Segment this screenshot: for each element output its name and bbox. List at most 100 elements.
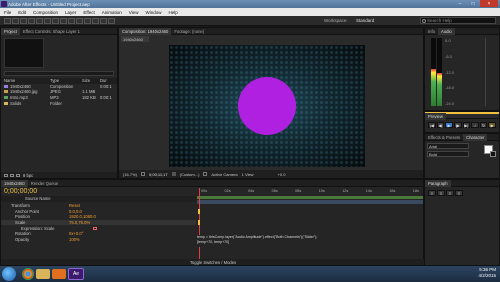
right-channel-meter: [437, 38, 442, 106]
views-select[interactable]: 1 View: [242, 172, 254, 177]
project-item[interactable]: Solids Folder: [1, 100, 117, 106]
interpret-footage-icon[interactable]: [4, 173, 8, 177]
menu-composition[interactable]: Composition: [33, 10, 58, 15]
close-button[interactable]: ×: [480, 0, 498, 7]
tab-project[interactable]: Project: [1, 27, 21, 35]
menu-effect[interactable]: Effect: [83, 10, 94, 15]
minimize-button[interactable]: –: [454, 0, 466, 7]
align-left-icon[interactable]: ≡: [428, 190, 436, 196]
menu-view[interactable]: View: [129, 10, 139, 15]
zoom-select[interactable]: (16.7%): [123, 172, 137, 177]
property-row[interactable]: Opacity 100%: [1, 237, 196, 243]
layer-duration-bar[interactable]: [197, 200, 423, 204]
menu-animation[interactable]: Animation: [102, 10, 122, 15]
hand-tool-icon[interactable]: [12, 17, 19, 24]
expression-graph-icon[interactable]: [93, 226, 97, 230]
db-scale: 0.0 -6.0 -12.0 -18.0 -24.0: [445, 38, 455, 106]
align-right-icon[interactable]: ≡: [446, 190, 454, 196]
app-icon: [1, 1, 7, 7]
workspace-select[interactable]: Standard: [356, 18, 374, 23]
exposure-value[interactable]: +0.0: [278, 172, 286, 177]
camera-view-select[interactable]: Active Camera: [211, 172, 237, 177]
work-area-bar[interactable]: [197, 196, 423, 199]
keyframe-marker[interactable]: [198, 209, 200, 214]
snapshot-icon[interactable]: [171, 172, 176, 176]
tab-character[interactable]: Character: [463, 133, 488, 141]
tab-composition[interactable]: Composition: 1940x2460: [119, 27, 172, 35]
font-family-select[interactable]: Arial: [427, 143, 469, 149]
eraser-tool-icon[interactable]: [92, 17, 99, 24]
menu-help[interactable]: Help: [168, 10, 177, 15]
brush-tool-icon[interactable]: [76, 17, 83, 24]
menu-edit[interactable]: Edit: [18, 10, 26, 15]
project-item[interactable]: Intro.mp3 MP3 182 KB 0:00:1: [1, 95, 117, 101]
previous-frame-button[interactable]: ◀|: [436, 122, 445, 128]
tab-footage[interactable]: Footage: (none): [171, 28, 207, 35]
bit-depth[interactable]: 8 bpc: [23, 173, 33, 178]
audio-icon: [4, 96, 8, 100]
new-folder-icon[interactable]: [10, 173, 14, 177]
play-button[interactable]: ▶: [445, 122, 453, 128]
system-tray: 5:36 PM 4/2/2015: [478, 267, 496, 279]
time-ruler[interactable]: 00s 02s 04s 06s 08s 10s 12s 14s 16s 18s: [197, 189, 423, 195]
pen-tool-icon[interactable]: [60, 17, 67, 24]
timeline-timecode[interactable]: 0;00;00;00: [4, 188, 37, 195]
composition-subtab[interactable]: 1940x2460: [121, 36, 149, 42]
rotation-tool-icon[interactable]: [28, 17, 35, 24]
clock-date[interactable]: 4/2/2015: [478, 273, 496, 279]
keyframe-marker[interactable]: [198, 220, 200, 225]
start-button[interactable]: [2, 267, 16, 281]
project-item[interactable]: 1940x2460 Composition 0:00:1: [1, 84, 117, 90]
current-time[interactable]: 0;00;11;17: [149, 172, 168, 177]
pan-behind-tool-icon[interactable]: [44, 17, 51, 24]
tab-audio[interactable]: Audio: [438, 27, 455, 35]
tab-timeline[interactable]: 1940x2460: [1, 179, 28, 187]
tab-effect-controls[interactable]: Effect Controls: Shape Layer 1: [20, 28, 83, 35]
file-explorer-icon[interactable]: [36, 269, 50, 279]
project-search[interactable]: [4, 71, 114, 76]
first-frame-button[interactable]: |◀: [428, 122, 436, 128]
paragraph-align-buttons: ≡ ≡ ≡ ≡: [425, 187, 499, 199]
chrome-icon[interactable]: [22, 268, 34, 280]
loop-button[interactable]: ↻: [479, 122, 488, 128]
tab-paragraph[interactable]: Paragraph: [425, 179, 451, 187]
media-player-icon[interactable]: [52, 269, 66, 279]
region-icon[interactable]: [203, 172, 208, 176]
font-style-select[interactable]: Bold: [427, 151, 469, 157]
clone-tool-icon[interactable]: [84, 17, 91, 24]
after-effects-taskbar-icon[interactable]: Ae: [68, 268, 84, 280]
rectangle-tool-icon[interactable]: [52, 17, 59, 24]
justify-icon[interactable]: ≡: [455, 190, 463, 196]
mute-audio-button[interactable]: ♪: [471, 122, 479, 128]
tab-effects-presets[interactable]: Effects & Presets: [425, 134, 463, 141]
ram-preview-button[interactable]: ▶: [488, 122, 496, 128]
camera-tool-icon[interactable]: [36, 17, 43, 24]
resolution-select[interactable]: (Custom...): [180, 172, 200, 177]
tab-preview[interactable]: Preview: [425, 112, 446, 120]
expression-field[interactable]: temp = thisComp.layer("Audio Amplitude")…: [197, 235, 423, 247]
project-thumbnail: [4, 38, 44, 68]
text-tool-icon[interactable]: [68, 17, 75, 24]
selection-tool-icon[interactable]: [4, 17, 11, 24]
composition-icon: [4, 84, 8, 88]
project-item[interactable]: 1940x2460.jpg JPEG 1.1 MB: [1, 89, 117, 95]
zoom-tool-icon[interactable]: [20, 17, 27, 24]
grid-icon[interactable]: [141, 172, 146, 176]
new-composition-icon[interactable]: [16, 173, 20, 177]
project-panel: Project Effect Controls: Shape Layer 1 N…: [0, 27, 118, 179]
menu-window[interactable]: Window: [145, 10, 161, 15]
puppet-tool-icon[interactable]: [108, 17, 115, 24]
search-help-input[interactable]: Search Help: [420, 17, 496, 24]
roto-brush-tool-icon[interactable]: [100, 17, 107, 24]
last-frame-button[interactable]: ▶|: [462, 122, 471, 128]
composition-footer: (16.7%) 0;00;11;17 (Custom...) Active Ca…: [119, 170, 423, 178]
stroke-color-swatch[interactable]: [490, 151, 496, 157]
maximize-button[interactable]: □: [467, 0, 479, 7]
align-center-icon[interactable]: ≡: [437, 190, 445, 196]
menu-layer[interactable]: Layer: [65, 10, 76, 15]
search-icon: [422, 19, 426, 23]
menu-file[interactable]: File: [4, 10, 11, 15]
tab-render-queue[interactable]: Render Queue: [28, 180, 61, 187]
tab-info[interactable]: Info: [425, 28, 438, 35]
next-frame-button[interactable]: |▶: [453, 122, 462, 128]
